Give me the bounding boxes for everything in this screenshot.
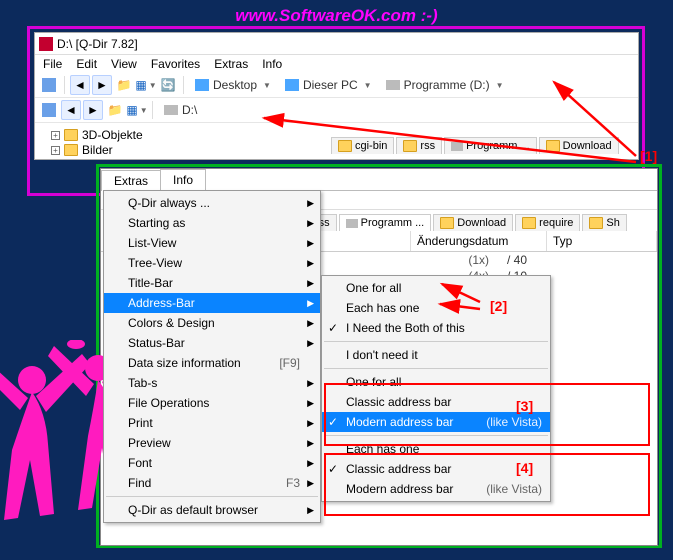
label-1: [1]	[640, 148, 657, 164]
forward2-button[interactable]: ►	[83, 100, 103, 120]
window-qdir: D:\ [Q-Dir 7.82] File Edit View Favorite…	[34, 32, 639, 160]
menubar: File Edit View Favorites Extras Info	[35, 55, 638, 73]
layout2-icon[interactable]	[39, 100, 59, 120]
views2-icon[interactable]: ▦▼	[127, 100, 147, 120]
menu-item[interactable]: Q-Dir always ...▶	[104, 193, 320, 213]
back2-button[interactable]: ◄	[61, 100, 81, 120]
menu-item[interactable]: Colors & Design▶	[104, 313, 320, 333]
menu-item[interactable]: Font▶	[104, 453, 320, 473]
w2-tab-download[interactable]: Download	[433, 214, 513, 231]
tab-cgibin[interactable]: cgi-bin	[331, 137, 394, 154]
submenu-item[interactable]: ✓Modern address bar(like Vista)	[322, 412, 550, 432]
menu-item[interactable]: Print▶	[104, 413, 320, 433]
up-icon[interactable]: 📁	[114, 75, 134, 95]
addr-pc[interactable]: Dieser PC▼	[279, 76, 378, 94]
w2-tab-programm[interactable]: Programm ...	[339, 214, 432, 231]
submenu-item[interactable]: ✓Classic address bar	[322, 459, 550, 479]
tab-rss[interactable]: rss	[396, 137, 442, 154]
submenu-item[interactable]: Modern address bar(like Vista)	[322, 479, 550, 499]
menu-item[interactable]: Tab-s▶	[104, 373, 320, 393]
back-button[interactable]: ◄	[70, 75, 90, 95]
watermark: www.SoftwareOK.com :-)	[0, 6, 673, 26]
submenu-item[interactable]: Each has one	[322, 298, 550, 318]
menu-item[interactable]: Q-Dir as default browser▶	[104, 500, 320, 520]
submenu-item[interactable]: Classic address bar	[322, 392, 550, 412]
menu-item[interactable]: Address-Bar▶	[104, 293, 320, 313]
w2-tabs: Extras Info	[101, 169, 657, 191]
layout-button[interactable]	[39, 75, 59, 95]
tab-download[interactable]: Download	[539, 137, 619, 154]
w2-tab-require[interactable]: require	[515, 214, 580, 231]
window-title: D:\ [Q-Dir 7.82]	[57, 37, 138, 51]
menu-item[interactable]: Data size information[F9]	[104, 353, 320, 373]
w2-tab-sh[interactable]: Sh	[582, 214, 626, 231]
refresh-icon[interactable]: 🔄	[158, 75, 178, 95]
menu-item[interactable]: FindF3▶	[104, 473, 320, 493]
menu-item[interactable]: Status-Bar▶	[104, 333, 320, 353]
tabstrip-2: rss Programm ... Download require Sh	[291, 214, 673, 231]
tabstrip-1: cgi-bin rss Programm ... Download	[331, 137, 619, 154]
toolbar-2: ◄ ► 📁 ▦▼ D:\	[35, 98, 638, 123]
menu-item[interactable]: List-View▶	[104, 233, 320, 253]
menu-favorites[interactable]: Favorites	[151, 57, 200, 71]
menu-item[interactable]: Title-Bar▶	[104, 273, 320, 293]
addressbar-submenu[interactable]: One for allEach has one✓I Need the Both …	[321, 275, 551, 502]
views-icon[interactable]: ▦▼	[136, 75, 156, 95]
addr2[interactable]: D:\	[158, 101, 203, 119]
menu-item[interactable]: Preview▶	[104, 433, 320, 453]
menu-edit[interactable]: Edit	[76, 57, 97, 71]
submenu-item[interactable]: I don't need it	[322, 345, 550, 365]
menu-file[interactable]: File	[43, 57, 62, 71]
menu-item[interactable]: Tree-View▶	[104, 253, 320, 273]
toolbar-1: ◄ ► 📁 ▦▼ 🔄 Desktop▼ Dieser PC▼ Programme…	[35, 73, 638, 98]
menu-item[interactable]: File Operations▶	[104, 393, 320, 413]
tree-3d[interactable]: 3D-Objekte	[82, 128, 143, 142]
submenu-item[interactable]: Each has one	[322, 439, 550, 459]
tab-programm[interactable]: Programm ...	[444, 137, 537, 154]
addr-desktop[interactable]: Desktop▼	[189, 76, 277, 94]
titlebar[interactable]: D:\ [Q-Dir 7.82]	[35, 33, 638, 55]
submenu-item[interactable]: One for all	[322, 372, 550, 392]
up2-icon[interactable]: 📁	[105, 100, 125, 120]
menu-view[interactable]: View	[111, 57, 137, 71]
tab-info[interactable]: Info	[160, 169, 206, 190]
menu-item[interactable]: Starting as▶	[104, 213, 320, 233]
tree-bilder[interactable]: Bilder	[82, 143, 113, 157]
submenu-item[interactable]: ✓I Need the Both of this	[322, 318, 550, 338]
menu-extras[interactable]: Extras	[214, 57, 248, 71]
extras-menu[interactable]: Q-Dir always ...▶Starting as▶List-View▶T…	[103, 190, 321, 523]
app-icon	[39, 37, 53, 51]
addr-drive[interactable]: Programme (D:)▼	[380, 76, 510, 94]
forward-button[interactable]: ►	[92, 75, 112, 95]
menu-info[interactable]: Info	[262, 57, 282, 71]
submenu-item[interactable]: One for all	[322, 278, 550, 298]
tree-de[interactable]: De	[82, 158, 97, 160]
tab-extras[interactable]: Extras	[101, 170, 161, 191]
